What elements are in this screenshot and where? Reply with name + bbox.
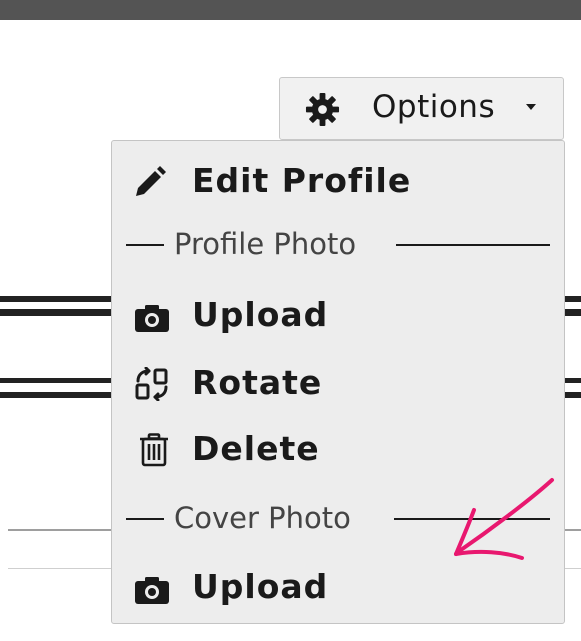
section-header-cover-photo: Cover Photo bbox=[112, 499, 564, 539]
options-dropdown-menu: Edit Profile Profile Photo Upload Rotate… bbox=[111, 140, 565, 624]
menu-item-label: Upload bbox=[192, 567, 329, 606]
section-label: Cover Photo bbox=[174, 501, 351, 535]
menu-item-profile-upload[interactable]: Upload bbox=[112, 287, 564, 343]
pencil-icon bbox=[136, 166, 166, 196]
options-button[interactable]: Options bbox=[279, 77, 564, 140]
camera-icon bbox=[135, 305, 169, 332]
section-label: Profile Photo bbox=[174, 227, 357, 261]
menu-item-delete[interactable]: Delete bbox=[112, 421, 564, 477]
section-line bbox=[396, 244, 550, 246]
gear-icon bbox=[305, 92, 340, 127]
section-line bbox=[394, 518, 550, 520]
camera-icon bbox=[135, 577, 169, 604]
menu-item-rotate[interactable]: Rotate bbox=[112, 355, 564, 411]
menu-item-cover-upload[interactable]: Upload bbox=[112, 559, 564, 615]
rotate-icon bbox=[135, 367, 168, 401]
section-line bbox=[126, 244, 164, 246]
section-header-profile-photo: Profile Photo bbox=[112, 225, 564, 265]
menu-item-label: Edit Profile bbox=[192, 161, 412, 200]
menu-item-label: Delete bbox=[192, 429, 320, 468]
menu-item-label: Rotate bbox=[192, 363, 323, 402]
options-label: Options bbox=[372, 89, 496, 125]
caret-down-icon bbox=[526, 104, 536, 110]
menu-item-label: Upload bbox=[192, 295, 329, 334]
trash-icon bbox=[140, 433, 168, 467]
top-bar bbox=[0, 0, 581, 20]
menu-item-edit-profile[interactable]: Edit Profile bbox=[112, 153, 564, 209]
section-line bbox=[126, 518, 164, 520]
screen: Options Edit Profile Profile Photo Uploa… bbox=[0, 0, 581, 641]
